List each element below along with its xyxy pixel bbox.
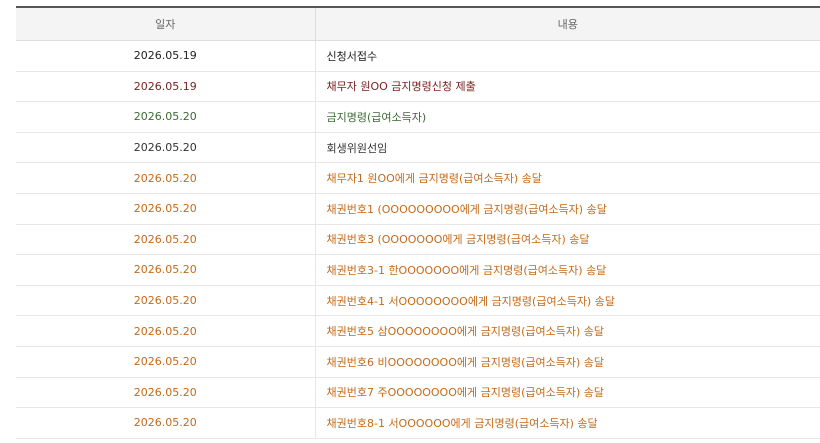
row-content: 채무자1 원OO에게 금지명령(급여소득자) 송달 (315, 162, 820, 194)
case-progress-panel: 일자 내용 2026.05.19 신청서접수 2026.05.19 채무자 원OO 금… (0, 0, 820, 443)
row-content: 금지명령(급여소득자) (315, 101, 820, 133)
row-content: 채권번호1 (OOOOOOOOO에게 금지명령(급여소득자) 송달 (315, 193, 820, 225)
row-content: 채권번호8-1 서OOOOOO에게 금지명령(급여소득자) 송달 (315, 407, 820, 439)
table-row: 2026.05.20 채권번호7 주OOOOOOOO에게 금지명령(급여소득자) … (16, 377, 820, 409)
row-date: 2026.05.20 (16, 315, 316, 347)
table-body: 2026.05.19 신청서접수 2026.05.19 채무자 원OO 금지명령신청 … (16, 40, 820, 439)
row-date: 2026.05.20 (16, 224, 316, 256)
row-content: 회생위원선임 (315, 132, 820, 164)
case-progress-table: 일자 내용 2026.05.19 신청서접수 2026.05.19 채무자 원OO 금… (16, 6, 820, 439)
row-date: 2026.05.20 (16, 254, 316, 286)
table-row: 2026.05.20 채권번호6 비OOOOOOOO에게 금지명령(급여소득자) … (16, 346, 820, 378)
row-date: 2026.05.20 (16, 101, 316, 133)
row-content: 채권번호5 삼OOOOOOOO에게 금지명령(급여소득자) 송달 (315, 315, 820, 347)
table-header: 일자 내용 (16, 6, 820, 41)
row-date: 2026.05.20 (16, 346, 316, 378)
table-row: 2026.05.19 채무자 원OO 금지명령신청 제출 (16, 71, 820, 103)
table-row: 2026.05.19 신청서접수 (16, 40, 820, 72)
row-content: 채권번호7 주OOOOOOOO에게 금지명령(급여소득자) 송달 (315, 377, 820, 409)
row-content: 채권번호3 (OOOOOOO에게 금지명령(급여소득자) 송달 (315, 224, 820, 256)
date-column-header: 일자 (16, 6, 316, 41)
row-content: 채권번호6 비OOOOOOOO에게 금지명령(급여소득자) 송달 (315, 346, 820, 378)
row-content: 채권번호4-1 서OOOOOOOO에게 금지명령(급여소득자) 송달 (315, 285, 820, 317)
content-column-header: 내용 (315, 6, 820, 41)
table-row: 2026.05.20 채권번호5 삼OOOOOOOO에게 금지명령(급여소득자) … (16, 315, 820, 347)
table-header-row: 일자 내용 (16, 6, 820, 41)
row-content: 채권번호3-1 한OOOOOOO에게 금지명령(급여소득자) 송달 (315, 254, 820, 286)
row-date: 2026.05.20 (16, 162, 316, 194)
row-date: 2026.05.20 (16, 285, 316, 317)
row-date: 2026.05.20 (16, 193, 316, 225)
table-row: 2026.05.20 채권번호4-1 서OOOOOOOO에게 금지명령(급여소득자… (16, 285, 820, 317)
table-row: 2026.05.20 채권번호3 (OOOOOOO에게 금지명령(급여소득자) 송… (16, 224, 820, 256)
row-content: 신청서접수 (315, 40, 820, 72)
table-row: 2026.05.20 채권번호1 (OOOOOOOOO에게 금지명령(급여소득자)… (16, 193, 820, 225)
row-date: 2026.05.20 (16, 132, 316, 164)
table-row: 2026.05.20 회생위원선임 (16, 132, 820, 164)
table-row: 2026.05.20 채권번호8-1 서OOOOOO에게 금지명령(급여소득자) … (16, 407, 820, 439)
row-date: 2026.05.19 (16, 71, 316, 103)
table-row: 2026.05.20 채권번호3-1 한OOOOOOO에게 금지명령(급여소득자)… (16, 254, 820, 286)
table-row: 2026.05.20 채무자1 원OO에게 금지명령(급여소득자) 송달 (16, 162, 820, 194)
row-date: 2026.05.19 (16, 40, 316, 72)
row-date: 2026.05.20 (16, 407, 316, 439)
row-content: 채무자 원OO 금지명령신청 제출 (315, 71, 820, 103)
row-date: 2026.05.20 (16, 377, 316, 409)
table-row: 2026.05.20 금지명령(급여소득자) (16, 101, 820, 133)
